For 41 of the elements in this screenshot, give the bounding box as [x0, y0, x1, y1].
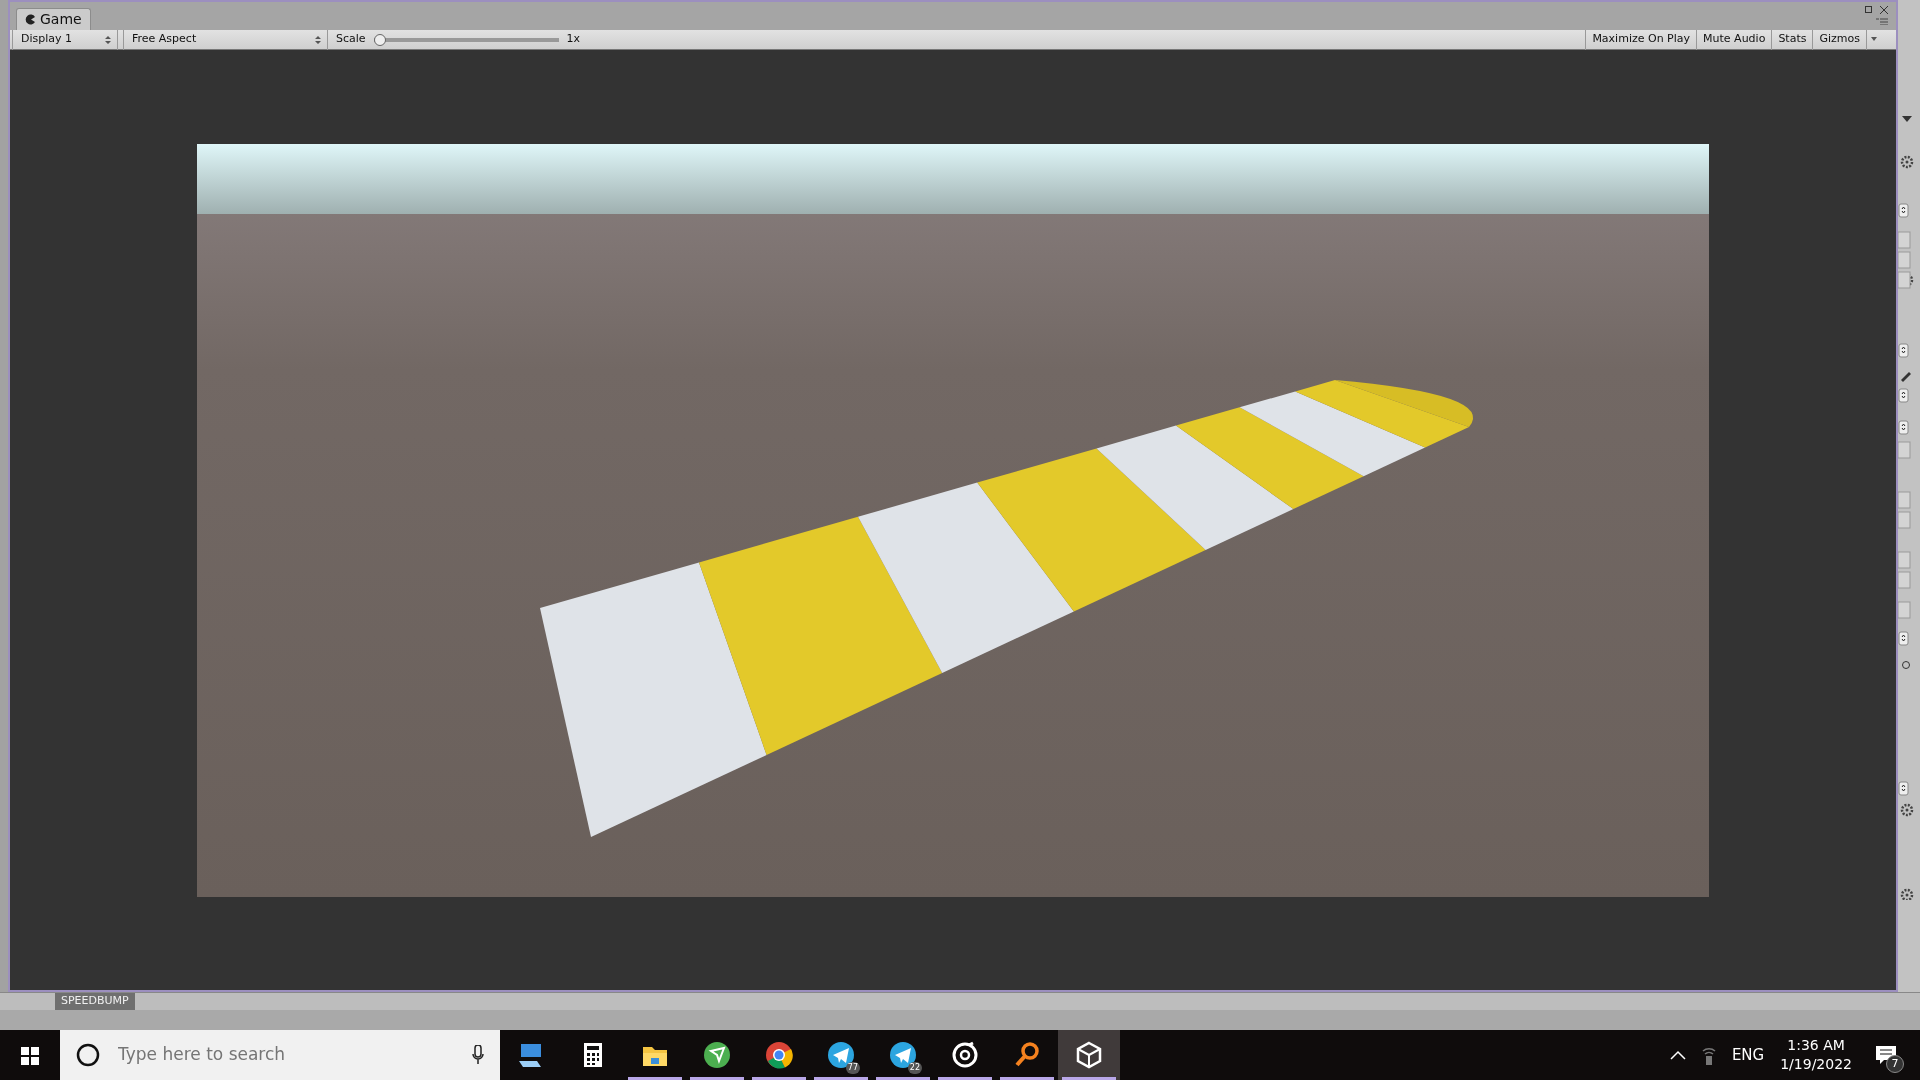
clock-date[interactable]: 1/19/2022	[1780, 1055, 1852, 1074]
language-indicator[interactable]: ENG	[1731, 1043, 1765, 1067]
magnifier-icon	[1013, 1041, 1041, 1069]
game-tab[interactable]: Game	[16, 8, 91, 30]
caret-icon	[1870, 37, 1877, 42]
maximize-icon[interactable]	[1865, 6, 1872, 13]
search-bar[interactable]: Type here to search	[60, 1030, 500, 1080]
browser-icon	[765, 1041, 793, 1069]
toolbar-button[interactable]: Maximize On Play	[1585, 29, 1697, 50]
toolbar-button[interactable]: Stats	[1771, 29, 1813, 50]
taskbar-button[interactable]	[1058, 1030, 1120, 1080]
ring-icon	[951, 1041, 979, 1069]
dropdown-arrow-button[interactable]	[1866, 29, 1880, 50]
paper-plane-icon	[703, 1041, 731, 1069]
close-icon[interactable]	[1880, 6, 1888, 14]
updown-caret-icon	[105, 34, 111, 45]
network-icon	[1701, 1045, 1716, 1065]
project-label: SPEEDBUMP	[55, 993, 135, 1010]
dropdown[interactable]: Display 1	[12, 29, 118, 50]
circle-icon	[76, 1043, 100, 1067]
search-field[interactable]: Type here to search	[116, 1041, 456, 1069]
pacman-icon	[25, 14, 36, 25]
scale-label: Scale	[336, 31, 366, 48]
chevron-up-icon	[1669, 1050, 1686, 1060]
count-badge: 77	[845, 1062, 860, 1074]
toolbar-button[interactable]: Gizmos	[1812, 29, 1866, 50]
notification-count: 7	[1886, 1055, 1904, 1073]
dropdown[interactable]: Free Aspect	[123, 29, 328, 50]
scale-value: 1x	[566, 31, 581, 48]
clock-time[interactable]: 1:36 AM	[1787, 1036, 1845, 1055]
taskbar-button[interactable]: 22	[872, 1030, 934, 1080]
cube-icon	[1075, 1041, 1103, 1069]
taskbar-button[interactable]: 77	[810, 1030, 872, 1080]
toolbar-button[interactable]: Mute Audio	[1696, 29, 1772, 50]
count-badge: 22	[907, 1062, 922, 1074]
updown-caret-icon	[315, 34, 321, 45]
scale-slider[interactable]	[373, 33, 559, 46]
slider-thumb[interactable]	[373, 33, 386, 46]
windows-icon	[21, 1046, 39, 1065]
notifications-button[interactable]: 7	[1868, 1035, 1904, 1075]
microphone-icon	[472, 1045, 484, 1065]
